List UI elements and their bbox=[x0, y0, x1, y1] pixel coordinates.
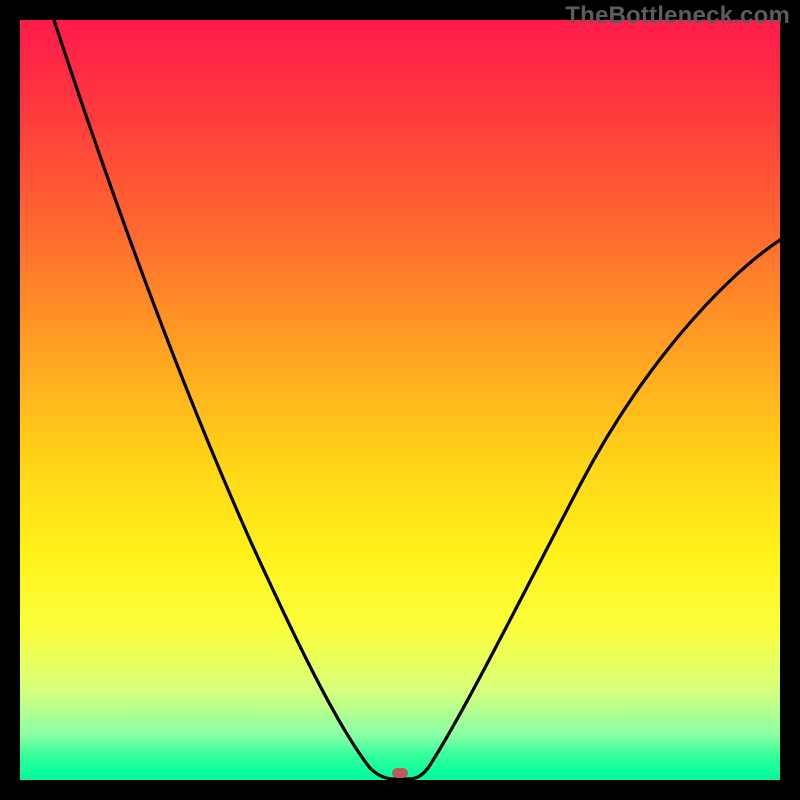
bottleneck-curve bbox=[20, 20, 780, 780]
watermark-text: TheBottleneck.com bbox=[565, 2, 790, 30]
curve-path bbox=[54, 20, 780, 779]
bottleneck-marker bbox=[392, 768, 408, 778]
plot-area bbox=[20, 20, 780, 780]
chart-frame: TheBottleneck.com bbox=[0, 0, 800, 800]
